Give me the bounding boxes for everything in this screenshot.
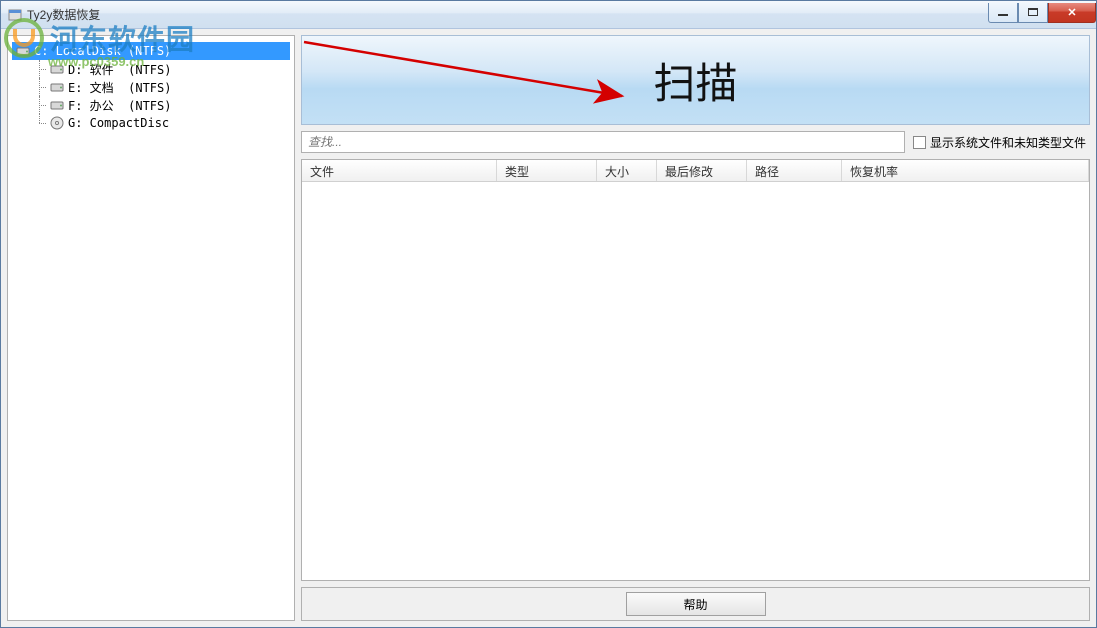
arrow-annotation-icon xyxy=(302,36,662,126)
column-type[interactable]: 类型 xyxy=(497,160,597,181)
column-file[interactable]: 文件 xyxy=(302,160,497,181)
titlebar: Ty2y数据恢复 ✕ xyxy=(1,1,1096,29)
tree-item-e[interactable]: E: 文档 (NTFS) xyxy=(12,78,290,96)
close-icon: ✕ xyxy=(1067,6,1076,19)
maximize-button[interactable] xyxy=(1018,3,1048,23)
tree-connector-icon xyxy=(32,96,46,114)
button-row: 帮助 xyxy=(301,587,1090,621)
search-row: 显示系统文件和未知类型文件 xyxy=(301,131,1090,153)
tree-connector-icon xyxy=(32,114,46,132)
disk-icon xyxy=(16,44,30,58)
tree-label: C: LocalDisk (NTFS) xyxy=(34,44,171,58)
tree-item-g[interactable]: G: CompactDisc xyxy=(12,114,290,132)
app-window: Ty2y数据恢复 ✕ C: LocalDisk (NTFS) D: 软件 (NT… xyxy=(0,0,1097,628)
tree-label: F: 办公 (NTFS) xyxy=(68,97,171,114)
show-system-files-checkbox[interactable]: 显示系统文件和未知类型文件 xyxy=(913,134,1090,151)
tree-connector-icon xyxy=(32,60,46,78)
results-table: 文件 类型 大小 最后修改 路径 恢复机率 xyxy=(301,159,1090,581)
disk-icon xyxy=(50,80,64,94)
tree-item-c[interactable]: C: LocalDisk (NTFS) xyxy=(12,42,290,60)
scan-label: 扫描 xyxy=(653,50,737,111)
tree-connector-icon xyxy=(32,78,46,96)
tree-label: D: 软件 (NTFS) xyxy=(68,61,171,78)
drive-tree: C: LocalDisk (NTFS) D: 软件 (NTFS) E: 文档 (… xyxy=(12,42,290,132)
cd-icon xyxy=(50,116,64,130)
right-panel: 扫描 显示系统文件和未知类型文件 文件 类型 大小 最后修改 路径 恢复机率 xyxy=(301,35,1090,621)
column-recovery-rate[interactable]: 恢复机率 xyxy=(842,160,1089,181)
column-path[interactable]: 路径 xyxy=(747,160,842,181)
tree-item-d[interactable]: D: 软件 (NTFS) xyxy=(12,60,290,78)
drive-tree-panel: C: LocalDisk (NTFS) D: 软件 (NTFS) E: 文档 (… xyxy=(7,35,295,621)
app-icon xyxy=(7,7,23,23)
table-body xyxy=(302,182,1089,580)
column-modified[interactable]: 最后修改 xyxy=(657,160,747,181)
scan-banner[interactable]: 扫描 xyxy=(301,35,1090,125)
maximize-icon xyxy=(1028,8,1038,16)
checkbox-label: 显示系统文件和未知类型文件 xyxy=(930,134,1086,151)
tree-label: E: 文档 (NTFS) xyxy=(68,79,171,96)
column-size[interactable]: 大小 xyxy=(597,160,657,181)
titlebar-buttons: ✕ xyxy=(988,3,1096,23)
help-button[interactable]: 帮助 xyxy=(626,592,766,616)
titlebar-left: Ty2y数据恢复 xyxy=(7,6,100,23)
close-button[interactable]: ✕ xyxy=(1048,3,1096,23)
content-area: C: LocalDisk (NTFS) D: 软件 (NTFS) E: 文档 (… xyxy=(1,29,1096,627)
disk-icon xyxy=(50,62,64,76)
minimize-button[interactable] xyxy=(988,3,1018,23)
search-input[interactable] xyxy=(301,131,905,153)
minimize-icon xyxy=(998,14,1008,16)
disk-icon xyxy=(50,98,64,112)
tree-item-f[interactable]: F: 办公 (NTFS) xyxy=(12,96,290,114)
table-header: 文件 类型 大小 最后修改 路径 恢复机率 xyxy=(302,160,1089,182)
window-title: Ty2y数据恢复 xyxy=(27,6,100,23)
checkbox-icon xyxy=(913,136,926,149)
tree-label: G: CompactDisc xyxy=(68,116,169,130)
